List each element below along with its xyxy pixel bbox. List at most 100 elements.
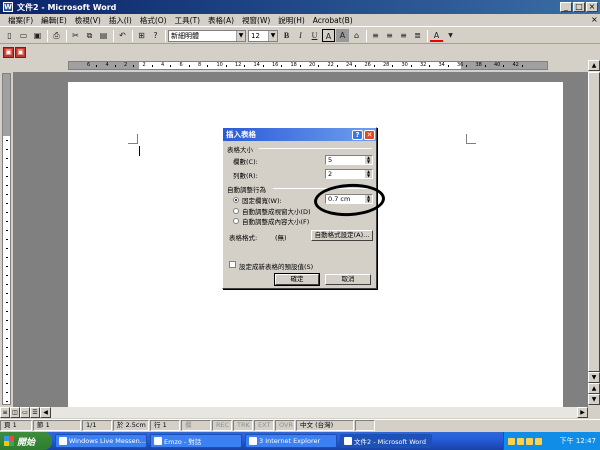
align-center-icon[interactable]: ≡: [383, 29, 396, 42]
cancel-button[interactable]: 取消: [325, 274, 371, 285]
copy-icon[interactable]: ⧉: [83, 29, 96, 42]
web-view-icon[interactable]: ◫: [10, 407, 20, 418]
fixed-width-radio[interactable]: [233, 197, 239, 203]
help-icon[interactable]: ?: [149, 29, 162, 42]
group-autofit-label: 自動調整行為: [227, 186, 266, 194]
chevron-down-icon[interactable]: ▼: [444, 29, 457, 42]
horizontal-ruler[interactable]: 6 4 2 2 4 6 8 10 12 14 16 18 20 22 24 26 28 30 32 34 36 38 40 4…: [68, 61, 548, 70]
tray-icon[interactable]: [508, 437, 515, 445]
tray-icon[interactable]: [535, 437, 542, 445]
system-tray: 下午 12:47: [503, 432, 600, 450]
undo-icon[interactable]: ↶: [116, 29, 129, 42]
char-scale-icon[interactable]: ⌂: [350, 29, 363, 42]
menu-edit[interactable]: 編輯(E): [37, 15, 71, 26]
paste-icon[interactable]: ▤: [97, 29, 110, 42]
clock[interactable]: 下午 12:47: [560, 436, 596, 446]
font-size-select[interactable]: 12 ▼: [248, 29, 278, 42]
minimize-button[interactable]: _: [560, 2, 572, 12]
outline-view-icon[interactable]: ☰: [30, 407, 40, 418]
scroll-right-icon[interactable]: ▶: [577, 407, 588, 418]
align-left-icon[interactable]: ≡: [369, 29, 382, 42]
taskbar-button-word[interactable]: 文件2 - Microsoft Word: [340, 434, 432, 448]
dialog-close-button[interactable]: ✕: [364, 129, 375, 140]
convert-to-pdf-icon[interactable]: ▣: [3, 46, 14, 58]
chevron-down-icon[interactable]: ▼: [236, 30, 245, 41]
spinner-arrows-icon[interactable]: ▲ ▼: [365, 170, 372, 178]
scroll-down-icon[interactable]: ▼: [588, 372, 600, 383]
menu-tools[interactable]: 工具(T): [171, 15, 204, 26]
internet-explorer-icon: [249, 437, 257, 445]
cut-icon[interactable]: ✂: [69, 29, 82, 42]
document-close-icon[interactable]: ×: [587, 15, 598, 25]
menu-acrobat[interactable]: Acrobat(B): [309, 16, 357, 25]
tray-icon[interactable]: [517, 437, 524, 445]
autofit-content-radio[interactable]: [233, 218, 239, 224]
bold-button[interactable]: B: [280, 29, 293, 42]
normal-view-icon[interactable]: ≡: [0, 407, 10, 418]
print-view-icon[interactable]: ▭: [20, 407, 30, 418]
next-page-icon[interactable]: ▼: [588, 394, 600, 405]
status-ovr[interactable]: OVR: [275, 420, 295, 431]
menu-insert[interactable]: 插入(I): [105, 15, 136, 26]
menu-table[interactable]: 表格(A): [204, 15, 238, 26]
justify-icon[interactable]: ≣: [411, 29, 424, 42]
underline-button[interactable]: U: [308, 29, 321, 42]
maximize-button[interactable]: □: [573, 2, 585, 12]
ruler-number: 12: [235, 62, 242, 68]
ok-button[interactable]: 確定: [274, 273, 320, 286]
menu-format[interactable]: 格式(O): [136, 15, 171, 26]
spinner-arrows-icon[interactable]: ▲ ▼: [365, 156, 372, 164]
status-trk[interactable]: TRK: [233, 420, 253, 431]
taskbar-button-label: 3 Internet Explorer: [259, 437, 321, 445]
vertical-ruler[interactable]: [2, 73, 11, 405]
print-icon[interactable]: ⎙: [50, 29, 63, 42]
ruler-number: 6: [87, 62, 91, 68]
ruler-number: 22: [327, 62, 334, 68]
menu-window[interactable]: 視窗(W): [238, 15, 274, 26]
chevron-down-icon[interactable]: ▼: [268, 30, 277, 41]
autoformat-button[interactable]: 自動格式設定(A)...: [311, 230, 373, 241]
new-icon[interactable]: ▯: [3, 29, 16, 42]
autofit-window-radio[interactable]: [233, 208, 239, 214]
font-color-button[interactable]: A: [430, 29, 443, 42]
save-icon[interactable]: ▣: [31, 29, 44, 42]
italic-button[interactable]: I: [294, 29, 307, 42]
status-spell-icon[interactable]: [355, 420, 375, 431]
scroll-up-icon[interactable]: ▲: [588, 60, 600, 71]
start-button[interactable]: 開始: [0, 432, 52, 450]
char-border-button[interactable]: A: [322, 29, 335, 42]
menu-view[interactable]: 檢視(V): [71, 15, 105, 26]
scroll-left-icon[interactable]: ◀: [40, 407, 51, 418]
font-name-select[interactable]: 新細明體 ▼: [168, 29, 246, 42]
toolbar-separator: [47, 29, 48, 42]
remember-dimensions-checkbox[interactable]: [229, 261, 236, 268]
menu-help[interactable]: 說明(H): [274, 15, 309, 26]
table-icon[interactable]: ⊞: [135, 29, 148, 42]
vertical-scrollbar[interactable]: ▲ ▼ ▲ ▼: [588, 60, 600, 405]
rows-spinner[interactable]: 2 ▲ ▼: [325, 169, 373, 179]
previous-page-icon[interactable]: ▲: [588, 383, 600, 394]
taskbar-button-ie[interactable]: 3 Internet Explorer: [245, 434, 337, 448]
open-icon[interactable]: ▭: [17, 29, 30, 42]
status-position: 於 2.5cm: [113, 420, 149, 431]
font-size-value: 12: [251, 31, 260, 40]
dialog-title-bar[interactable]: 插入表格 ? ✕: [223, 128, 376, 141]
page-corner-mark: [466, 134, 476, 144]
status-ext[interactable]: EXT: [254, 420, 274, 431]
close-button[interactable]: ×: [586, 2, 598, 12]
ruler-number: 30: [401, 62, 408, 68]
tray-icon[interactable]: [526, 437, 533, 445]
columns-spinner[interactable]: 5 ▲ ▼: [325, 155, 373, 165]
status-rec[interactable]: REC: [212, 420, 232, 431]
scroll-thumb[interactable]: [588, 72, 600, 372]
horizontal-scrollbar[interactable]: ◀ ▶: [40, 407, 588, 418]
dialog-help-button[interactable]: ?: [352, 129, 363, 140]
convert-and-email-pdf-icon[interactable]: ▣: [15, 46, 26, 58]
ruler-tick: [6, 284, 8, 285]
menu-file[interactable]: 檔案(F): [4, 15, 37, 26]
char-shade-button[interactable]: A: [336, 29, 349, 42]
taskbar-button-messenger[interactable]: Windows Live Messen...: [55, 434, 147, 448]
align-right-icon[interactable]: ≡: [397, 29, 410, 42]
status-line: 行 1: [150, 420, 180, 431]
taskbar-button-chat[interactable]: Emzo - 對話: [150, 434, 242, 448]
